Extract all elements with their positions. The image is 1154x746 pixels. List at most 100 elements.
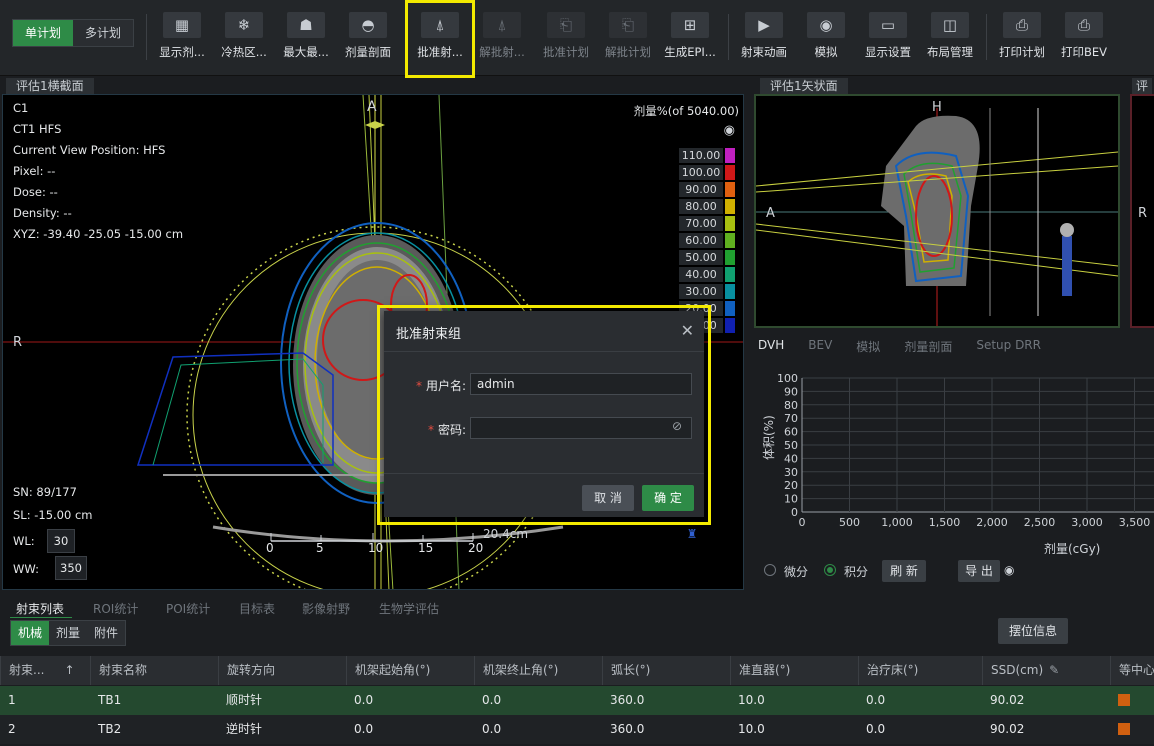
analysis-tab[interactable]: 剂量剖面 [904,338,952,358]
table-header[interactable]: 准直器(°) [730,656,858,685]
export-button[interactable]: 导 出 [958,560,1000,582]
tool-label: 最大最... [283,45,329,59]
max-dose-tool-icon: ☗ [287,12,325,38]
view-info-line: CT1 HFS [13,122,62,136]
analysis-tab[interactable]: 模拟 [856,338,880,358]
table-header[interactable]: 射束... ↑ [0,656,90,685]
multi-plan-tab[interactable]: 多计划 [73,20,134,46]
view-info-line: C1 [13,101,29,115]
print-plan-tool[interactable]: ⎙ 打印计划 [990,8,1054,66]
axial-view-tab[interactable]: 评估1横截面 [6,78,94,94]
unapprove-beam-tool[interactable]: ⍋ 解批射... [470,8,534,66]
third-view-tab[interactable]: 评 [1132,78,1153,94]
bottom-tab[interactable]: 生物学评估 [379,600,439,618]
show-dose-tool-icon: ▦ [163,12,201,38]
tool-label: 射束动画 [741,45,787,59]
print-bev-tool[interactable]: ⎙ 打印BEV [1052,8,1116,66]
analysis-tab[interactable]: Setup DRR [976,338,1041,358]
table-header[interactable]: 机架终止角(°) [474,656,602,685]
table-header[interactable]: 旋转方向 [218,656,346,685]
window-width-input[interactable]: 350 [55,556,87,580]
table-header[interactable]: 射束名称 [90,656,218,685]
eye-icon[interactable]: ◉ [1004,563,1014,577]
show-dose-tool[interactable]: ▦ 显示剂... [150,8,214,66]
edit-icon[interactable]: ✎ [1049,663,1059,677]
layout-management-tool[interactable]: ◫ 布局管理 [918,8,982,66]
table-cell: 逆时针 [226,722,263,736]
dose-color-swatch [725,267,735,282]
bottom-tab[interactable]: POI统计 [166,600,210,618]
analysis-tab[interactable]: BEV [808,338,832,358]
layout-management-tool-icon: ◫ [931,12,969,38]
table-cell: 360.0 [610,722,645,736]
dose-legend-entry: 50.00 [679,249,739,266]
orientation-figure-icon: ♜ [686,527,698,541]
differential-radio[interactable] [764,564,776,576]
view-info-line: Pixel: -- [13,164,56,178]
plan-mode-toggle: 单计划 多计划 [12,19,135,47]
table-header[interactable]: 治疗床(°) [858,656,982,685]
display-settings-tool-icon: ▭ [869,12,907,38]
table-header[interactable]: 机架起始角(°) [346,656,474,685]
bottom-tab[interactable]: 射束列表 [16,600,64,618]
table-row[interactable]: 2 TB2 逆时针 0.0 0.0 360.0 10.0 0.0 90.02 [0,715,1154,744]
isocenter-color-icon [1118,722,1130,735]
approve-plan-tool[interactable]: ⎗ 批准计划 [534,8,598,66]
display-settings-tool[interactable]: ▭ 显示设置 [856,8,920,66]
beam-sub-tab[interactable]: 剂量 [49,621,88,645]
bottom-tab[interactable]: 影像射野 [302,600,350,618]
refresh-button[interactable]: 刷 新 [882,560,926,582]
wl-label: WL: [13,534,35,548]
bottom-tab[interactable]: 目标表 [239,600,275,618]
max-dose-tool[interactable]: ☗ 最大最... [274,8,338,66]
unapprove-plan-tool[interactable]: ⎗ 解批计划 [596,8,660,66]
setup-info-button[interactable]: 摆位信息 [998,618,1068,644]
window-level-input[interactable]: 30 [47,529,75,553]
table-header[interactable]: SSD(cm) ✎ [982,656,1110,685]
dvh-chart: 10090807060504030201000 500 1,000 1,500 2,00… [777,372,1154,529]
beam-sub-tab[interactable]: 附件 [87,621,126,645]
toolbar-divider [146,14,147,60]
table-cell [1110,686,1154,715]
dose-color-swatch [725,284,735,299]
sagittal-view-tab[interactable]: 评估1矢状面 [760,78,848,94]
simulation-tool[interactable]: ◉ 模拟 [794,8,858,66]
hot-cold-tool[interactable]: ❄ 冷热区... [212,8,276,66]
analysis-tab[interactable]: DVH [758,338,784,358]
dose-level: 40.00 [679,267,723,282]
table-cell: 2 [8,722,16,736]
tool-label: 显示设置 [865,45,911,59]
single-plan-tab[interactable]: 单计划 [13,20,74,46]
table-row[interactable]: 1 TB1 顺时针 0.0 0.0 360.0 10.0 0.0 90.02 [0,686,1154,715]
beam-animation-tool[interactable]: ▶ 射束动画 [732,8,796,66]
table-cell: 360.0 [610,693,645,707]
dvh-y-tick: 80 [784,399,798,412]
sagittal-view[interactable]: H A [754,94,1120,328]
table-cell [1110,715,1154,744]
dose-legend-entry: 60.00 [679,232,739,249]
dose-profile-tool[interactable]: ◓ 剂量剖面 [336,8,400,66]
tool-label: 布局管理 [927,45,973,59]
cumulative-radio[interactable] [824,564,836,576]
tool-label: 剂量剖面 [345,45,391,59]
toolbar-divider [986,14,987,60]
table-cell: 0.0 [866,722,886,736]
sort-ascending-icon[interactable]: ↑ [64,663,74,677]
view-info-line: Current View Position: HFS [13,143,166,157]
tool-label: 模拟 [814,45,838,59]
beam-sub-tab[interactable]: 机械 [11,621,50,645]
dose-level: 90.00 [679,182,723,197]
table-header[interactable]: 等中心 [1110,656,1154,685]
table-cell: 10.0 [738,722,765,736]
table-cell: TB2 [98,722,122,736]
bottom-tab[interactable]: ROI统计 [93,600,138,618]
generate-epid-tool[interactable]: ⊞ 生成EPI... [658,8,722,66]
slice-location: SL: -15.00 cm [13,508,93,522]
differential-label: 微分 [784,565,809,579]
highlight-approve-beam-tool [405,0,475,78]
table-header[interactable]: 弧长(°) [602,656,730,685]
third-view[interactable]: R [1130,94,1154,328]
view-info-line: Dose: -- [13,185,58,199]
eye-icon[interactable]: ◉ [724,123,735,138]
dose-level: 110.00 [679,148,723,163]
